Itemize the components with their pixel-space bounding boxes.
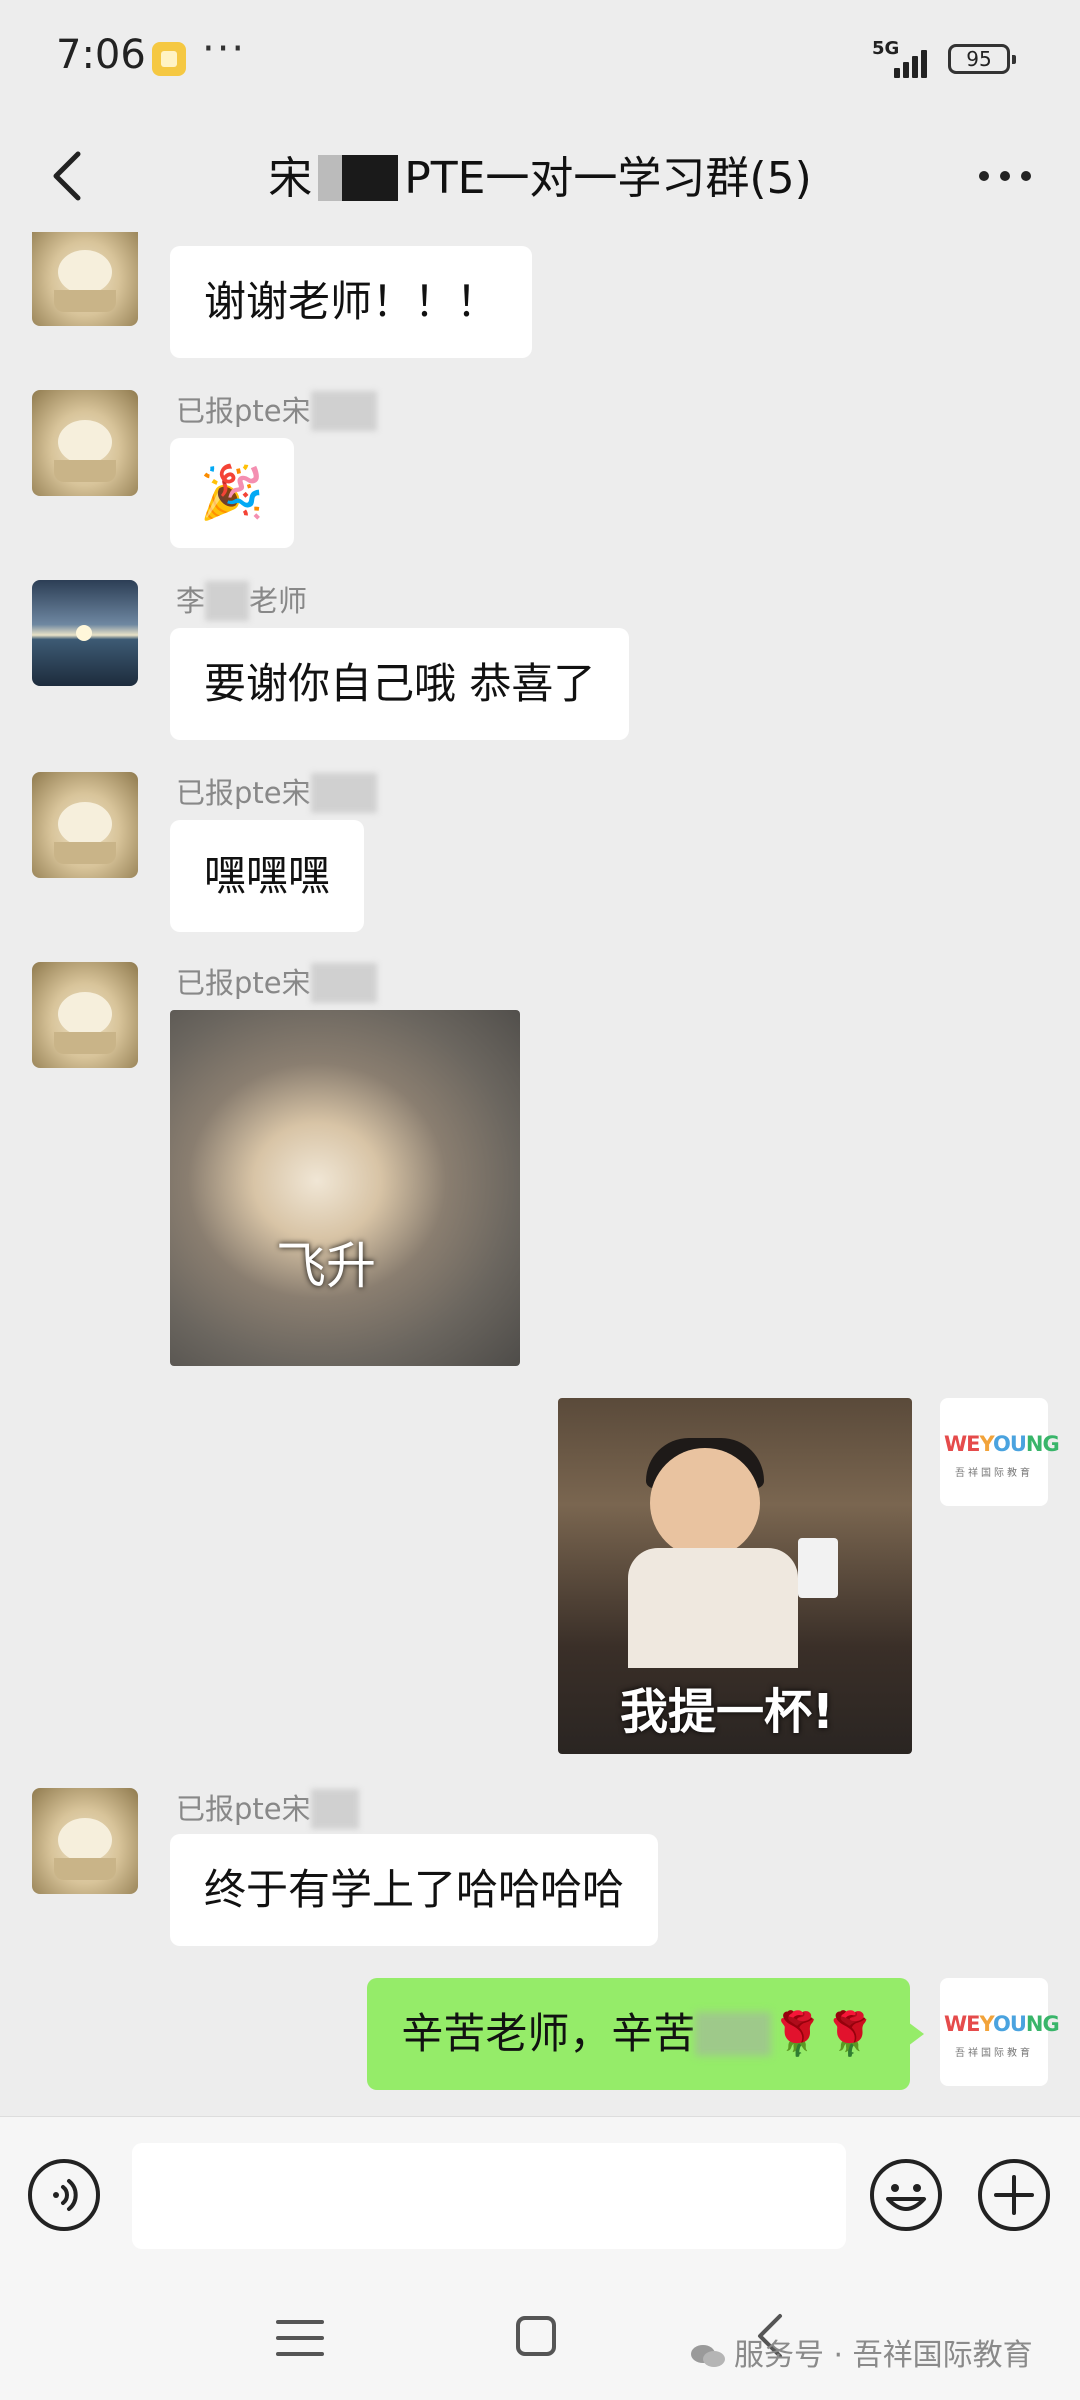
- emoji-icon[interactable]: [868, 2157, 944, 2233]
- avatar[interactable]: [32, 962, 138, 1068]
- input-bar: [0, 2116, 1080, 2273]
- sender-name: 李老师: [176, 578, 307, 621]
- plus-icon[interactable]: [976, 2157, 1052, 2233]
- sticker-caption: 飞升: [276, 1237, 376, 1295]
- rose-emoji: 🌹🌹: [771, 2009, 876, 2058]
- hamster-sticker[interactable]: 飞升: [170, 1010, 520, 1366]
- chat-title-prefix: 宋: [268, 153, 313, 204]
- brand-subtitle: 吾祥国际教育: [955, 2048, 1033, 2059]
- sticker-caption: 我提一杯!: [620, 1684, 834, 1740]
- avatar[interactable]: [32, 390, 138, 496]
- chat-header: 宋 PTE一对一学习群(5): [0, 120, 1080, 232]
- voice-icon[interactable]: [26, 2157, 102, 2233]
- brand-subtitle: 吾祥国际教育: [955, 1468, 1033, 1479]
- message-bubble[interactable]: 谢谢老师！！！: [170, 246, 533, 358]
- sender-name: 已报pte宋: [176, 388, 377, 431]
- message-bubble[interactable]: 终于有学上了哈哈哈哈: [170, 1834, 659, 1946]
- chat-messages[interactable]: 谢谢老师！！！ 已报pte宋 🎉 李老师 要谢你自己哦 恭喜了 已报pte宋 嘿…: [0, 232, 1080, 2116]
- cheers-sticker[interactable]: 我提一杯!: [558, 1398, 912, 1754]
- chat-title-suffix: PTE一对一学习群(5): [404, 153, 812, 204]
- home-icon[interactable]: [512, 2312, 560, 2360]
- more-notifications-icon: ···: [202, 26, 247, 72]
- menu-icon[interactable]: [274, 2316, 326, 2360]
- sender-name: 已报pte宋: [176, 960, 377, 1003]
- message-bubble[interactable]: 嘿嘿嘿: [170, 820, 365, 932]
- redacted-name: [318, 155, 399, 201]
- my-avatar[interactable]: WEYOUNG 吾祥国际教育: [940, 1978, 1060, 2086]
- avatar[interactable]: [32, 772, 138, 878]
- outgoing-message-bubble[interactable]: 辛苦老师，辛苦 🌹🌹: [367, 1978, 924, 2090]
- my-avatar[interactable]: WEYOUNG 吾祥国际教育: [940, 1398, 1060, 1506]
- system-nav-bar: 服务号 · 吾祥国际教育: [0, 2272, 1080, 2400]
- brand-logo: WEYOUNG: [944, 2012, 1060, 2036]
- wechat-icon: [691, 2345, 725, 2367]
- back-icon[interactable]: [40, 146, 100, 206]
- network-type: 5G: [872, 38, 900, 59]
- avatar[interactable]: [32, 580, 138, 686]
- avatar[interactable]: [32, 1788, 138, 1894]
- signal-icon: 5G: [872, 38, 932, 78]
- chat-title: 宋 PTE一对一学习群(5): [160, 142, 920, 206]
- status-bar: 7:06 ··· 5G 95: [0, 0, 1080, 120]
- sender-name: 已报pte宋: [176, 1786, 359, 1829]
- message-input[interactable]: [132, 2143, 846, 2249]
- watermark: 服务号 · 吾祥国际教育: [690, 2330, 1033, 2374]
- battery-icon: 95: [948, 44, 1016, 74]
- avatar[interactable]: [32, 232, 138, 326]
- sender-name: 已报pte宋: [176, 770, 377, 813]
- party-popper-emoji[interactable]: 🎉: [170, 438, 294, 548]
- more-icon[interactable]: [970, 146, 1040, 206]
- status-time: 7:06: [56, 32, 146, 78]
- message-bubble[interactable]: 要谢你自己哦 恭喜了: [170, 628, 630, 740]
- notification-app-icon: [152, 42, 186, 76]
- brand-logo: WEYOUNG: [944, 1432, 1060, 1456]
